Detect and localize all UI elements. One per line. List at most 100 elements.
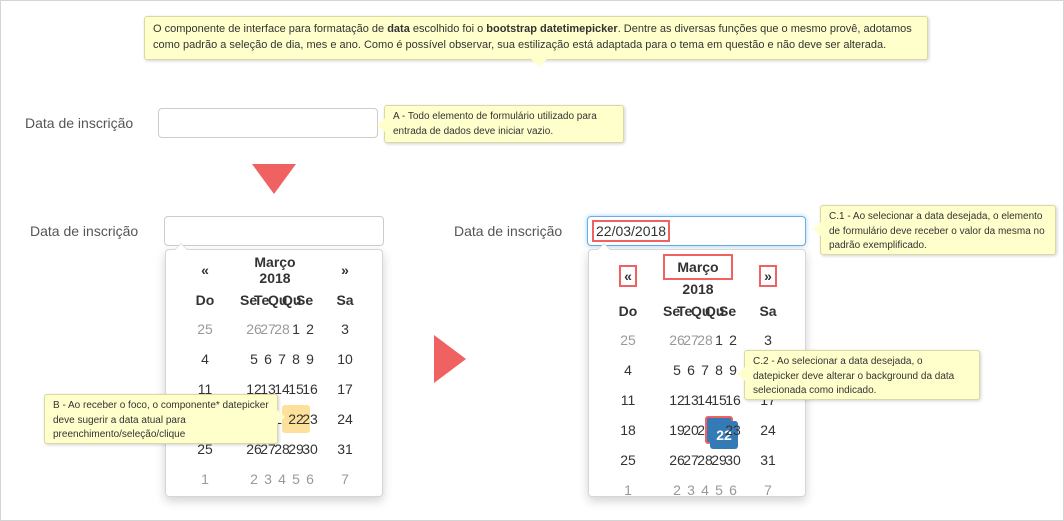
day-cell-outside-month[interactable]: 4 bbox=[268, 464, 286, 494]
day-cell[interactable]: 5 bbox=[240, 344, 258, 374]
weekday-header: Qu bbox=[282, 292, 302, 308]
weekday-header: Se bbox=[663, 303, 681, 319]
day-cell-outside-month[interactable]: 2 bbox=[663, 475, 681, 505]
day-cell-outside-month[interactable]: 26 bbox=[240, 314, 262, 344]
weekday-header: Se bbox=[719, 303, 737, 319]
day-cell-outside-month[interactable]: 5 bbox=[705, 475, 723, 505]
day-cell-outside-month[interactable]: 2 bbox=[240, 464, 258, 494]
weekday-header: Sa bbox=[336, 292, 354, 308]
day-cell[interactable]: 20 bbox=[677, 415, 699, 445]
day-cell-outside-month[interactable]: 5 bbox=[282, 464, 300, 494]
day-cell-outside-month[interactable]: 25 bbox=[593, 325, 663, 355]
day-cell[interactable]: 11 bbox=[593, 385, 663, 415]
note-b: B - Ao receber o foco, o componente* dat… bbox=[44, 394, 285, 444]
day-cell-outside-month[interactable]: 6 bbox=[296, 464, 314, 494]
day-cell[interactable]: 14 bbox=[691, 385, 713, 415]
note-c1: C.1 - Ao selecionar a data desejada, o e… bbox=[813, 205, 1056, 255]
calendar-week-row: 25 26 27 28 29 30 31 bbox=[593, 445, 803, 475]
next-month-button[interactable]: » bbox=[310, 254, 380, 286]
date-input-filled[interactable]: 22/03/2018 bbox=[587, 216, 806, 246]
prev-month-button[interactable]: « bbox=[170, 254, 240, 286]
day-cell[interactable]: 27 bbox=[677, 445, 699, 475]
date-input-empty[interactable] bbox=[158, 108, 378, 138]
day-cell-outside-month[interactable]: 28 bbox=[691, 325, 713, 355]
day-cell-outside-month[interactable]: 4 bbox=[691, 475, 709, 505]
day-cell[interactable]: 7 bbox=[691, 355, 709, 385]
day-cell[interactable]: 6 bbox=[677, 355, 695, 385]
day-cell[interactable]: 9 bbox=[719, 355, 737, 385]
day-cell[interactable]: 1 bbox=[282, 314, 300, 344]
field-label-a: Data de inscrição bbox=[25, 115, 134, 131]
date-input-focused[interactable] bbox=[164, 216, 384, 246]
calendar-week-row: 1234567 bbox=[170, 464, 380, 494]
selected-date-value: 22/03/2018 bbox=[592, 220, 671, 242]
weekday-header: Te bbox=[677, 303, 693, 319]
day-cell[interactable]: 25 bbox=[593, 445, 663, 475]
datepicker-caret bbox=[174, 243, 188, 250]
calendar-table: « Março 2018 » Do Se Te Qu Qu Se Sa 25 26 27 28 1 2… bbox=[170, 254, 380, 494]
day-cell[interactable]: 4 bbox=[593, 355, 663, 385]
month-switch[interactable]: Março 2018 bbox=[240, 254, 310, 286]
day-cell[interactable]: 13 bbox=[677, 385, 699, 415]
day-cell[interactable]: 1 bbox=[705, 325, 723, 355]
day-cell[interactable]: 8 bbox=[282, 344, 300, 374]
arrow-down-icon bbox=[252, 164, 296, 194]
weekday-header: Te bbox=[254, 292, 270, 308]
note-intro: O componente de interface para formataçã… bbox=[144, 16, 928, 67]
field-label-c: Data de inscrição bbox=[454, 223, 563, 239]
day-cell[interactable]: 4 bbox=[170, 344, 240, 374]
weekday-header: Se bbox=[240, 292, 258, 308]
day-cell-outside-month[interactable]: 1 bbox=[170, 464, 240, 494]
day-cell[interactable]: 26 bbox=[663, 445, 685, 475]
day-cell[interactable]: 2 bbox=[296, 314, 314, 344]
day-cell[interactable]: 15 bbox=[705, 385, 727, 415]
arrow-right-icon bbox=[434, 335, 466, 383]
day-cell[interactable]: 23 bbox=[296, 404, 318, 434]
weekday-header: Do bbox=[195, 292, 215, 308]
note-tail bbox=[531, 59, 547, 67]
day-cell[interactable]: 23 bbox=[719, 415, 741, 445]
month-switch[interactable]: Março 2018 bbox=[663, 254, 733, 297]
day-cell[interactable]: 30 bbox=[296, 434, 318, 464]
day-cell-outside-month[interactable]: 27 bbox=[677, 325, 699, 355]
weekday-header: Sa bbox=[759, 303, 777, 319]
day-cell-outside-month[interactable]: 6 bbox=[719, 475, 737, 505]
note-c2: C.2 - Ao selecionar a data desejada, o d… bbox=[737, 350, 980, 400]
day-cell[interactable]: 28 bbox=[691, 445, 713, 475]
day-cell[interactable]: 18 bbox=[593, 415, 663, 445]
day-cell[interactable]: 29 bbox=[705, 445, 727, 475]
day-cell[interactable]: 16 bbox=[296, 374, 318, 404]
day-cell[interactable]: 21 bbox=[691, 415, 713, 445]
day-cell[interactable]: 15 bbox=[282, 374, 304, 404]
day-cell-outside-month[interactable]: 1 bbox=[593, 475, 663, 505]
day-cell-outside-month[interactable]: 28 bbox=[268, 314, 290, 344]
note-a: A - Todo elemento de formulário utilizad… bbox=[377, 105, 624, 143]
weekday-header: Qu bbox=[705, 303, 725, 319]
day-cell-outside-month[interactable]: 26 bbox=[663, 325, 685, 355]
day-cell[interactable]: 30 bbox=[719, 445, 741, 475]
note-tail bbox=[737, 367, 745, 381]
day-cell[interactable]: 9 bbox=[296, 344, 314, 374]
next-month-button[interactable]: » bbox=[733, 254, 803, 297]
day-cell[interactable]: 2 bbox=[719, 325, 737, 355]
day-cell[interactable]: 6 bbox=[254, 344, 272, 374]
datepicker-today: « Março 2018 » Do Se Te Qu Qu Se Sa 25 26 27 28 1 2… bbox=[165, 243, 383, 497]
day-cell[interactable]: 8 bbox=[705, 355, 723, 385]
note-tail bbox=[277, 410, 285, 424]
day-cell-outside-month[interactable]: 3 bbox=[254, 464, 272, 494]
day-cell-outside-month[interactable]: 3 bbox=[677, 475, 695, 505]
day-cell-outside-month[interactable]: 25 bbox=[170, 314, 240, 344]
note-tail bbox=[813, 222, 821, 236]
day-cell[interactable]: 16 bbox=[719, 385, 741, 415]
day-cell[interactable]: 5 bbox=[663, 355, 681, 385]
day-cell-outside-month[interactable]: 27 bbox=[254, 314, 276, 344]
day-cell[interactable]: 7 bbox=[268, 344, 286, 374]
weekday-header: Qu bbox=[691, 303, 711, 319]
day-cell-selected[interactable]: 22 bbox=[705, 415, 738, 449]
day-cell[interactable]: 12 bbox=[663, 385, 685, 415]
weekday-row: Do Se Te Qu Qu Se Sa bbox=[593, 297, 803, 325]
day-cell[interactable]: 29 bbox=[282, 434, 304, 464]
prev-month-button[interactable]: « bbox=[593, 254, 663, 297]
day-cell[interactable]: 19 bbox=[663, 415, 685, 445]
calendar-week-row: 1234567 bbox=[593, 475, 803, 505]
